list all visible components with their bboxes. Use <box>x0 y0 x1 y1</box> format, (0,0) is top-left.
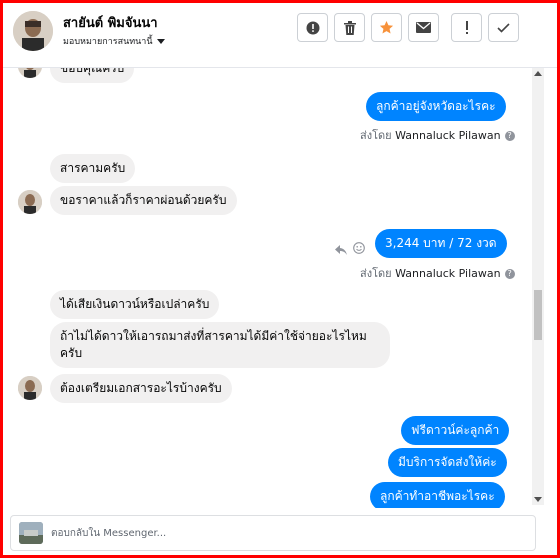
contact-name[interactable]: สายันต์ พิมจันนา <box>63 12 158 33</box>
envelope-icon <box>416 22 431 33</box>
react-emoji-icon[interactable] <box>353 239 365 258</box>
spam-button[interactable] <box>451 13 482 42</box>
message-incoming: ขอบคุณครับ <box>50 68 135 83</box>
sent-by-name: Wannaluck Pilawan <box>395 267 501 280</box>
checkmark-icon <box>497 22 510 33</box>
help-icon[interactable]: ? <box>504 131 515 141</box>
caret-down-icon <box>156 39 165 44</box>
sent-by-label: ส่งโดย Wannaluck Pilawan? <box>360 126 515 144</box>
sent-by-prefix: ส่งโดย <box>360 129 392 142</box>
message-incoming: ได้เสียเงินดาวน์หรือเปล่าครับ <box>50 290 220 319</box>
contact-avatar-small <box>18 190 42 214</box>
mark-done-button[interactable] <box>488 13 519 42</box>
trash-icon <box>343 20 356 35</box>
report-button[interactable] <box>297 13 328 42</box>
reply-icon[interactable] <box>335 240 347 259</box>
message-thread[interactable]: ขอบคุณครับ ลูกค้าอยู่จังหวัดอะไรคะ ส่งโด… <box>3 68 529 508</box>
scroll-down-arrow-icon[interactable] <box>534 497 542 502</box>
sent-by-name: Wannaluck Pilawan <box>395 129 501 142</box>
assign-label: มอบหมายการสนทนานี้ <box>63 37 153 47</box>
message-outgoing: 3,244 บาท / 72 งวด <box>375 229 507 258</box>
help-icon[interactable]: ? <box>504 269 515 279</box>
message-line: ครับ <box>60 346 83 360</box>
star-icon <box>379 20 394 34</box>
contact-avatar[interactable] <box>13 11 53 51</box>
message-incoming: สารคามครับ <box>50 154 136 183</box>
star-button[interactable] <box>371 13 402 42</box>
message-incoming: ถ้าไม่ได้ดาวให้เอารถมาส่งที่สารคามได้มีค… <box>50 322 390 368</box>
exclamation-icon <box>465 20 468 34</box>
message-line: ถ้าไม่ได้ดาวให้เอารถมาส่งที่สารคามได้มีค… <box>60 329 367 343</box>
message-incoming: ขอราคาแล้วก็ราคาผ่อนด้วยครับ <box>50 186 237 215</box>
scroll-thumb[interactable] <box>534 290 542 340</box>
scroll-up-arrow-icon[interactable] <box>534 71 542 76</box>
reply-composer <box>10 515 536 551</box>
reply-input[interactable] <box>51 524 521 542</box>
message-incoming: ต้องเตรียมเอกสารอะไรบ้างครับ <box>50 374 232 403</box>
mark-unread-button[interactable] <box>408 13 439 42</box>
sent-by-prefix: ส่งโดย <box>360 267 392 280</box>
contact-avatar-small <box>18 376 42 400</box>
page-avatar <box>19 522 43 544</box>
message-outgoing: ฟรีดาวน์ค่ะลูกค้า <box>401 416 510 445</box>
thread-scrollbar[interactable] <box>532 68 544 505</box>
conversation-header: สายันต์ พิมจันนา มอบหมายการสนทนานี้ <box>3 3 557 68</box>
assign-conversation-dropdown[interactable]: มอบหมายการสนทนานี้ <box>63 34 165 48</box>
sent-by-label: ส่งโดย Wannaluck Pilawan? <box>360 264 515 282</box>
message-outgoing: ลูกค้าอยู่จังหวัดอะไรคะ <box>366 92 506 121</box>
delete-button[interactable] <box>334 13 365 42</box>
message-outgoing: มีบริการจัดส่งให้ค่ะ <box>388 448 507 477</box>
alert-circle-icon <box>306 21 319 34</box>
contact-avatar-small <box>18 68 42 78</box>
message-outgoing: ลูกค้าทำอาชีพอะไรคะ <box>370 482 505 508</box>
